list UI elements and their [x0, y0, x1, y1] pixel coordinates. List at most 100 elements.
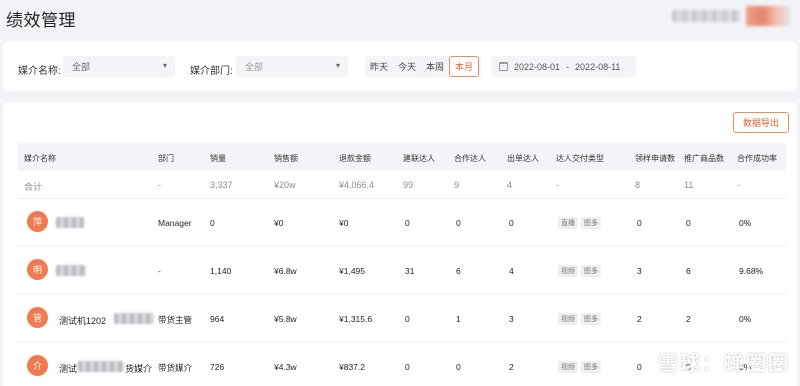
cell-refund: ¥837.2 — [339, 362, 365, 372]
watermark: 雪球：蝉圈圈 — [658, 353, 790, 375]
performance-table-card: 数据导出 媒介名称 部门 销量 销售额 退款金额 建联达人 合作达人 出单达人 … — [3, 102, 797, 386]
cell-ordered: 3 — [509, 314, 514, 324]
col-sales[interactable]: 销量 — [210, 153, 226, 164]
cell-products: 0 — [686, 218, 691, 228]
col-sample-requests[interactable]: 领样申请数 — [635, 153, 675, 164]
cell-samples: 2 — [637, 314, 642, 324]
cell-cooperated: 6 — [456, 266, 461, 276]
total-products: 11 — [684, 180, 694, 190]
tab-this-month[interactable]: 本月 — [449, 56, 480, 77]
delivery-type-tags: 视频 图多 — [558, 361, 601, 373]
total-sales: 3,337 — [210, 180, 233, 190]
cell-rate: 0% — [739, 314, 752, 324]
date-range-picker[interactable]: 2022-08-01 - 2022-08-11 — [491, 56, 636, 77]
tab-yesterday[interactable]: 昨天 — [365, 56, 393, 77]
total-label: 合计 — [24, 182, 43, 192]
cell-sales: 0 — [210, 218, 215, 228]
name-blurred — [56, 265, 86, 276]
cell-cooperated: 0 — [456, 362, 461, 372]
media-name-select[interactable]: 全部 ▾ — [63, 56, 175, 77]
table-header: 媒介名称 部门 销量 销售额 退款金额 建联达人 合作达人 出单达人 达人交付类… — [18, 143, 786, 171]
total-revenue: ¥20w — [274, 180, 296, 190]
total-type: - — [556, 180, 559, 190]
tag-video: 视频 — [558, 265, 578, 277]
total-cooperated: 9 — [454, 180, 460, 190]
avatar[interactable] — [746, 6, 790, 26]
date-end: 2022-08-11 — [575, 61, 621, 72]
media-name: 测试机1202 — [59, 316, 107, 326]
chevron-down-icon: ▾ — [162, 61, 167, 70]
col-contacted[interactable]: 建联达人 — [403, 153, 435, 164]
table-total-row: 合计 - 3,337 ¥20w ¥4,066.4 99 9 4 - 8 11 - — [18, 171, 786, 199]
cell-cooperated: 0 — [456, 218, 461, 228]
username-blurred — [672, 10, 740, 22]
cell-contacted: 31 — [405, 266, 415, 276]
table-row[interactable]: 萍 Manager 0 ¥0 ¥0 0 0 0 直播 图多 0 0 0% — [18, 199, 786, 246]
cell-samples: 3 — [637, 266, 642, 276]
col-media-name[interactable]: 媒介名称 — [24, 153, 56, 164]
avatar: 萍 — [27, 211, 48, 232]
media-dept-select[interactable]: 全部 ▾ — [236, 56, 348, 77]
table-row[interactable]: 管 测试机1202 带货主管 964 ¥5.8w ¥1,315.6 0 1 3 … — [18, 294, 786, 342]
cell-revenue: ¥0 — [274, 218, 284, 228]
filter-bar: 媒介名称: 全部 ▾ 媒介部门: 全部 ▾ 昨天 今天 本周 本月 2022-0… — [3, 41, 797, 91]
delivery-type-tags: 视频 图多 — [558, 265, 601, 277]
cell-dept: 带货主管 — [158, 315, 193, 325]
cell-ordered: 0 — [509, 218, 514, 228]
col-delivery-type[interactable]: 达人交付类型 — [556, 153, 604, 164]
avatar: 介 — [27, 355, 48, 376]
name-blurred — [56, 217, 84, 228]
date-range-tabs: 昨天 今天 本周 本月 — [365, 56, 481, 77]
page-header: 绩效管理 — [0, 0, 800, 36]
avatar: 管 — [27, 307, 48, 328]
tab-today[interactable]: 今天 — [393, 56, 421, 77]
media-dept-label: 媒介部门: — [190, 66, 233, 77]
avatar: 明 — [27, 259, 48, 280]
cell-rate: 0% — [739, 218, 752, 228]
calendar-icon — [499, 62, 508, 71]
media-dept-placeholder: 全部 — [245, 62, 264, 72]
tag-more: 图多 — [581, 361, 601, 373]
cell-contacted: 0 — [405, 362, 410, 372]
date-separator: - — [566, 61, 570, 72]
name-blurred — [114, 313, 154, 324]
date-start: 2022-08-01 — [514, 61, 561, 72]
export-data-button[interactable]: 数据导出 — [733, 112, 789, 133]
cell-refund: ¥1,495 — [339, 266, 365, 276]
col-refund[interactable]: 退款金额 — [339, 153, 371, 164]
media-name-value: 全部 — [72, 62, 91, 72]
cell-ordered: 4 — [509, 266, 514, 276]
user-profile[interactable] — [660, 6, 790, 26]
cell-contacted: 0 — [405, 218, 410, 228]
cell-sales: 726 — [210, 362, 225, 372]
cell-revenue: ¥5.8w — [274, 314, 297, 324]
cell-samples: 0 — [637, 218, 642, 228]
tag-more: 图多 — [581, 217, 601, 229]
media-name-suffix: 货媒介 — [125, 364, 153, 374]
cell-cooperated: 1 — [456, 314, 461, 324]
tag-video: 视频 — [558, 313, 578, 325]
col-revenue[interactable]: 销售额 — [274, 153, 298, 164]
cell-products: 2 — [686, 314, 691, 324]
cell-dept: Manager — [158, 218, 192, 228]
col-promoted-products[interactable]: 推广商品数 — [684, 153, 724, 164]
tab-this-week[interactable]: 本周 — [421, 56, 449, 77]
cell-rate: 9.68% — [739, 266, 764, 276]
cell-contacted: 0 — [405, 314, 410, 324]
cell-products: 6 — [686, 266, 691, 276]
total-samples: 8 — [635, 180, 641, 190]
tag-more: 图多 — [581, 265, 601, 277]
page-title: 绩效管理 — [6, 11, 76, 30]
cell-samples: 0 — [637, 362, 642, 372]
col-success-rate[interactable]: 合作成功率 — [737, 153, 777, 164]
cell-refund: ¥0 — [339, 218, 349, 228]
col-dept[interactable]: 部门 — [158, 153, 174, 164]
media-name-label: 媒介名称: — [18, 66, 61, 77]
delivery-type-tags: 直播 图多 — [558, 217, 601, 229]
table-row[interactable]: 明 - 1,140 ¥6.8w ¥1,495 31 6 4 视频 图多 3 6 … — [18, 246, 786, 294]
total-refund: ¥4,066.4 — [339, 180, 375, 190]
cell-revenue: ¥6.8w — [274, 266, 297, 276]
name-blurred — [78, 361, 124, 372]
col-ordered[interactable]: 出单达人 — [507, 153, 539, 164]
col-cooperated[interactable]: 合作达人 — [454, 153, 486, 164]
